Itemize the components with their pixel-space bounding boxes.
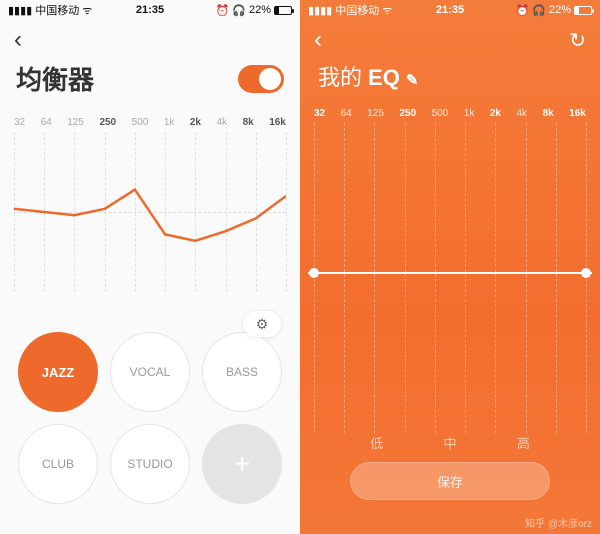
preset-vocal[interactable]: VOCAL xyxy=(110,332,190,412)
band-label: 8k xyxy=(543,108,554,119)
gear-icon: ⚙ xyxy=(256,316,269,333)
band-label: 64 xyxy=(341,108,352,119)
freq-labels: 32 64 125 250 500 1k 2k 4k 8k 16k xyxy=(0,109,300,132)
page-title: 均衡器 xyxy=(16,60,94,97)
page-title: 我的 EQ ✎ xyxy=(300,60,600,100)
band-label: 4k xyxy=(217,117,228,128)
title-main: EQ xyxy=(368,65,400,91)
battery-icon xyxy=(274,6,292,15)
eq-chart[interactable] xyxy=(314,123,586,433)
preset-bass[interactable]: BASS xyxy=(202,332,282,412)
equalizer-screen: ▮▮▮▮中国移动ᯤ 21:35 ⏰🎧22% ‹ 均衡器 32 64 125 250 50… xyxy=(0,0,300,534)
watermark: 知乎 @木彦orz xyxy=(525,515,592,530)
band-label: 8k xyxy=(243,117,254,128)
clock: 21:35 xyxy=(0,4,300,16)
preset-studio[interactable]: STUDIO xyxy=(110,424,190,504)
band-label: 16k xyxy=(269,117,286,128)
band-label: 1k xyxy=(464,108,475,119)
back-button[interactable]: ‹ xyxy=(14,26,22,54)
band-label: 250 xyxy=(99,117,116,128)
eq-toggle[interactable] xyxy=(238,65,284,93)
band-label: 32 xyxy=(14,117,25,128)
header: ‹ ↻ xyxy=(300,20,600,60)
band-label: 500 xyxy=(432,108,449,119)
title-prefix: 我的 xyxy=(318,60,362,92)
range-label: 中 xyxy=(443,433,456,452)
band-label: 16k xyxy=(569,108,586,119)
band-label: 2k xyxy=(190,117,201,128)
add-preset-button[interactable]: + xyxy=(202,424,282,504)
band-label: 32 xyxy=(314,108,325,119)
preset-jazz[interactable]: JAZZ xyxy=(18,332,98,412)
battery-icon xyxy=(574,6,592,15)
band-label: 4k xyxy=(517,108,528,119)
band-label: 1k xyxy=(164,117,175,128)
header: ‹ xyxy=(0,20,300,60)
status-bar: ▮▮▮▮中国移动ᯤ 21:35 ⏰🎧22% xyxy=(0,0,300,20)
custom-eq-screen: ▮▮▮▮中国移动ᯤ 21:35 ⏰🎧22% ‹ ↻ 我的 EQ ✎ 32 64 12… xyxy=(300,0,600,534)
range-label: 低 xyxy=(370,433,383,452)
preset-grid: JAZZVOCALBASS CLUBSTUDIO+ xyxy=(0,320,300,516)
band-label: 2k xyxy=(490,108,501,119)
range-labels: 低中高 xyxy=(300,433,600,462)
preset-club[interactable]: CLUB xyxy=(18,424,98,504)
eq-chart[interactable] xyxy=(14,132,286,292)
band-label: 500 xyxy=(132,117,149,128)
back-button[interactable]: ‹ xyxy=(314,26,322,54)
edit-icon[interactable]: ✎ xyxy=(406,71,419,89)
settings-button[interactable]: ⚙ xyxy=(242,310,282,338)
range-label: 高 xyxy=(517,433,530,452)
freq-labels: 32 64 125 250 500 1k 2k 4k 8k 16k xyxy=(300,100,600,123)
status-bar: ▮▮▮▮中国移动ᯤ 21:35 ⏰🎧22% xyxy=(300,0,600,20)
band-label: 250 xyxy=(399,108,416,119)
reset-button[interactable]: ↻ xyxy=(569,28,586,53)
eq-line[interactable] xyxy=(308,272,592,274)
clock: 21:35 xyxy=(300,4,600,16)
band-label: 125 xyxy=(367,108,384,119)
band-label: 64 xyxy=(41,117,52,128)
band-label: 125 xyxy=(67,117,84,128)
save-button[interactable]: 保存 xyxy=(350,462,550,500)
